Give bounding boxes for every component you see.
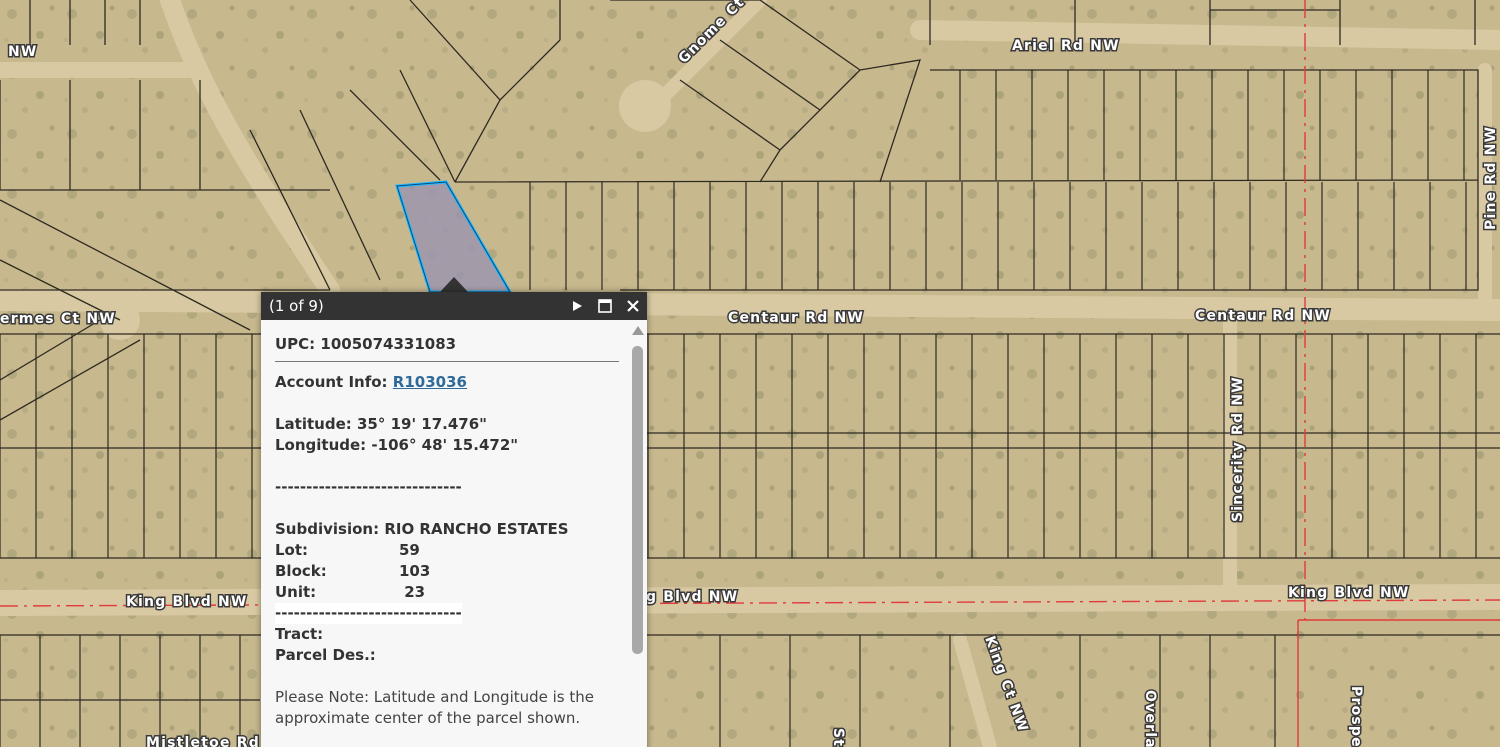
separator-1: ------------------------------: [275, 478, 462, 496]
maximize-icon: [598, 299, 612, 313]
road-label-pine: Pine Rd NW: [1483, 126, 1499, 230]
block-value: 103: [399, 562, 431, 580]
longitude-value: -106° 48' 15.472": [371, 436, 519, 454]
road-label-hermes: ermes Ct NW: [0, 311, 116, 327]
subdivision-value: RIO RANCHO ESTATES: [384, 520, 569, 538]
popup-scrollbar[interactable]: [632, 326, 644, 747]
unit-label: Unit:: [275, 583, 317, 601]
road-label-prospect: Prospe: [1348, 686, 1364, 747]
parcel-info-popup: (1 of 9) UPC: 1005074331083 Account Info…: [261, 292, 647, 747]
road-label-st: St: [830, 728, 846, 747]
lot-label: Lot:: [275, 541, 309, 559]
tract-label: Tract:: [275, 625, 324, 643]
close-button[interactable]: [619, 292, 647, 320]
cul-de-sac: [619, 80, 671, 132]
maximize-button[interactable]: [591, 292, 619, 320]
upc-label: UPC:: [275, 335, 316, 353]
road-label-centaur-2: Centaur Rd NW: [1195, 308, 1331, 324]
road-label-mistletoe: Mistletoe Rd: [146, 735, 260, 747]
longitude-label: Longitude:: [275, 436, 367, 454]
parcel-map[interactable]: Ariel Rd NW Gnome Ct Pine Rd NW Centaur …: [0, 0, 1500, 747]
account-label: Account Info:: [275, 373, 388, 391]
upc-value: 1005074331083: [320, 335, 457, 353]
unit-line: Unit: 23: [275, 582, 619, 603]
popup-header: (1 of 9): [261, 292, 647, 320]
lot-value: 59: [399, 541, 420, 559]
road-label-overland: Overlan: [1142, 690, 1158, 747]
road-label-king-1: King Blvd NW: [126, 594, 248, 610]
unit-value: 23: [399, 583, 426, 601]
longitude-line: Longitude: -106° 48' 15.472": [275, 435, 619, 456]
latitude-line: Latitude: 35° 19' 17.476": [275, 414, 619, 435]
subdivision-label: Subdivision:: [275, 520, 380, 538]
scroll-up-arrow-icon[interactable]: [632, 326, 644, 335]
separator-2: ------------------------------: [275, 603, 462, 624]
block-line: Block: 103: [275, 561, 619, 582]
popup-pointer: [440, 277, 468, 292]
road-label-centaur-1: Centaur Rd NW: [728, 310, 864, 326]
road-label-king-3: King Blvd NW: [1288, 585, 1410, 601]
location-note: Please Note: Latitude and Longitude is t…: [275, 688, 595, 727]
latitude-label: Latitude:: [275, 415, 352, 433]
subdivision-line: Subdivision: RIO RANCHO ESTATES: [275, 519, 619, 540]
next-feature-button[interactable]: [563, 292, 591, 320]
lot-line: Lot: 59: [275, 540, 619, 561]
latitude-value: 35° 19' 17.476": [357, 415, 487, 433]
popup-content: UPC: 1005074331083 Account Info: R103036…: [261, 320, 629, 747]
play-icon: [573, 301, 582, 311]
road-label-nw: NW: [8, 44, 38, 60]
road-label-king-2: g Blvd NW: [646, 589, 738, 605]
account-link[interactable]: R103036: [393, 373, 467, 391]
block-label: Block:: [275, 562, 327, 580]
scroll-thumb[interactable]: [632, 346, 643, 654]
road-label-sincerity: Sincerity Rd NW: [1230, 376, 1246, 522]
account-line: Account Info: R103036: [275, 372, 619, 393]
road-label-ariel: Ariel Rd NW: [1012, 38, 1120, 54]
close-icon: [627, 300, 639, 312]
upc-line: UPC: 1005074331083: [275, 334, 619, 362]
parcel-des-label: Parcel Des.:: [275, 646, 376, 664]
popup-title: (1 of 9): [269, 297, 324, 315]
